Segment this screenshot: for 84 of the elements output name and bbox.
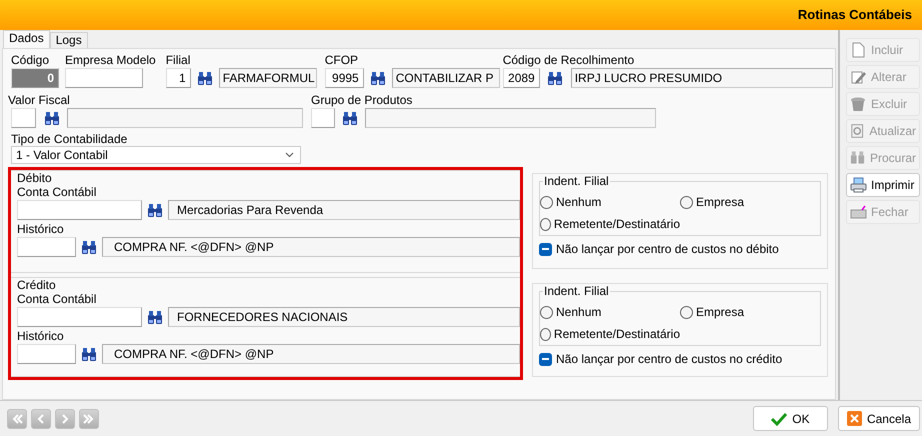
window-title: Rotinas Contábeis (798, 6, 912, 24)
radio-option[interactable]: Remetente/Destinatário (540, 323, 680, 345)
field-label: Histórico (17, 329, 65, 343)
binoculars-icon[interactable] (342, 110, 358, 124)
radio-option[interactable]: Empresa (680, 301, 820, 323)
select-field[interactable]: 1 - Valor Contabil (11, 146, 301, 164)
refresh-icon (850, 123, 866, 139)
binoculars-icon[interactable] (196, 70, 213, 84)
field-label: Empresa Modelo (65, 53, 156, 67)
group-title: Débito (17, 171, 53, 185)
toolbar-button[interactable]: Imprimir (846, 173, 920, 197)
group-title: Indent. Filial (543, 174, 610, 188)
radio-button[interactable] (680, 306, 693, 318)
binoculars-icon[interactable] (147, 202, 163, 216)
ok-button[interactable]: OK (752, 406, 828, 431)
caret-icon[interactable] (285, 152, 294, 158)
field-label: Valor Fiscal (8, 93, 71, 107)
field-label: Filial (166, 53, 192, 67)
input-field[interactable] (17, 236, 76, 256)
field-label: Conta Contábil (17, 185, 98, 199)
binoculars-icon[interactable] (547, 70, 564, 84)
trash-icon (850, 96, 867, 112)
display-field: FORNECEDORES NACIONAIS (168, 306, 520, 326)
field-label: Tipo de Contabilidade (11, 132, 128, 146)
binoculars-icon[interactable] (81, 240, 97, 254)
display-field: CONTABILIZAR P (392, 68, 500, 88)
close-icon (846, 411, 862, 426)
radio-button[interactable] (540, 218, 551, 230)
radio-label[interactable]: Empresa (696, 303, 744, 321)
radio-button[interactable] (540, 196, 553, 208)
binoculars-icon[interactable] (370, 70, 386, 84)
input-field[interactable] (311, 108, 335, 128)
binoculars-icon (850, 150, 866, 166)
binoculars-icon[interactable] (81, 346, 97, 360)
radio-label[interactable]: Remetente/Destinatário (554, 215, 680, 233)
printer-icon (850, 177, 867, 193)
input-field[interactable]: 9995 (324, 68, 364, 88)
checkbox[interactable] (539, 352, 552, 366)
input-field[interactable] (17, 306, 142, 326)
display-field: COMPRA NF. <@DFN> @NP (102, 344, 520, 364)
input-field[interactable]: 1 (166, 68, 191, 88)
radio-label[interactable]: Remetente/Destinatário (554, 325, 680, 343)
binoculars-icon[interactable] (44, 110, 60, 124)
field-label: Histórico (17, 222, 65, 236)
document-icon (850, 42, 867, 58)
display-field: Mercadorias Para Revenda (168, 200, 520, 220)
double-right-icon (83, 412, 95, 424)
checkbox[interactable] (539, 242, 552, 256)
radio-label[interactable]: Nenhum (556, 303, 602, 321)
input-field[interactable] (11, 108, 36, 128)
radio-option[interactable]: Empresa (680, 191, 820, 213)
radio-option[interactable]: Nenhum (540, 301, 680, 323)
display-field: IRPJ LUCRO PRESUMIDO (570, 68, 833, 88)
display-field: FARMAFORMUL (218, 68, 317, 88)
radio-label[interactable]: Empresa (696, 193, 744, 211)
input-field[interactable] (17, 200, 142, 220)
field-label: Código (11, 53, 50, 67)
cancel-button[interactable]: Cancela (838, 406, 920, 431)
binoculars-icon[interactable] (147, 310, 163, 324)
tab[interactable]: Dados (3, 30, 50, 48)
input-field[interactable] (65, 68, 143, 88)
radio-label[interactable]: Nenhum (556, 193, 602, 211)
check-icon (771, 412, 788, 426)
field-label: Conta Contábil (17, 292, 98, 306)
input-field[interactable]: 2089 (502, 68, 540, 88)
radio-button[interactable] (540, 328, 551, 340)
pencil-icon (850, 69, 867, 85)
display-field: COMPRA NF. <@DFN> @NP (102, 236, 520, 256)
radio-option[interactable]: Nenhum (540, 191, 680, 213)
group-title: Crédito (17, 278, 57, 292)
checkbox-label[interactable]: Não lançar por centro de custos no crédito (556, 350, 782, 368)
field-label: Grupo de Produtos (311, 93, 414, 107)
field-label: CFOP (324, 53, 360, 67)
keyboard-icon (850, 204, 867, 220)
input-field[interactable] (17, 344, 76, 364)
checkbox-label[interactable]: Não lançar por centro de custos no débito (556, 240, 779, 258)
radio-button[interactable] (540, 306, 553, 318)
radio-button[interactable] (680, 196, 693, 208)
radio-option[interactable]: Remetente/Destinatário (540, 213, 680, 235)
double-left-icon (11, 412, 23, 424)
group-title: Indent. Filial (543, 284, 610, 298)
field-label: Código de Recolhimento (502, 53, 636, 67)
input-field: 0 (11, 68, 59, 88)
tab[interactable]: Logs (50, 32, 88, 48)
